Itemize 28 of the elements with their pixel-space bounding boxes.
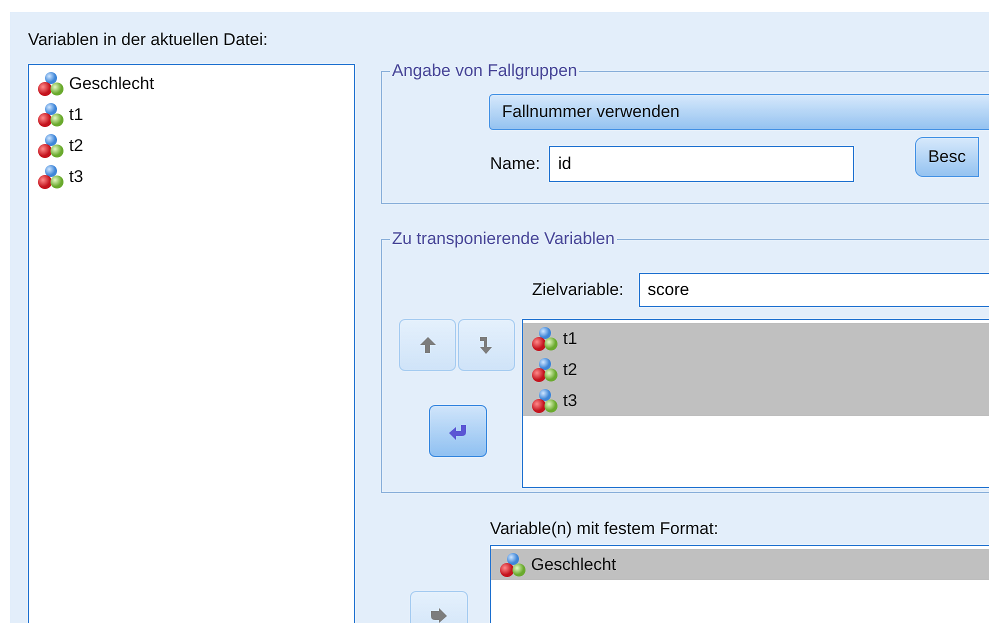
three-balls-icon [531, 388, 559, 414]
list-item[interactable]: t3 [29, 161, 354, 192]
three-balls-icon [37, 132, 65, 158]
three-balls-icon [531, 356, 559, 382]
three-balls-icon [37, 164, 65, 190]
arrow-button[interactable] [429, 405, 487, 457]
field-label: Name: [490, 154, 540, 174]
list-item[interactable]: t3 [523, 385, 989, 416]
three-balls-icon [499, 552, 527, 578]
three-balls-icon [37, 102, 65, 128]
list-label: Variablen in der aktuellen Datei: [28, 30, 269, 50]
name-field[interactable]: id [549, 146, 854, 182]
list-item[interactable]: t1 [523, 323, 989, 354]
list-item[interactable]: Geschlecht [29, 68, 354, 99]
variable-list[interactable]: Geschlecht t1 t2 t3 [28, 64, 355, 623]
field-label: Zielvariable: [532, 280, 624, 300]
target-field[interactable]: score [638, 273, 989, 307]
list-item[interactable]: Geschlecht [491, 549, 989, 580]
variable-list[interactable]: t1 t2 t3 [522, 319, 989, 488]
three-balls-icon [531, 326, 559, 352]
dropdown[interactable]: Fallnummer verwenden [489, 94, 989, 130]
describe-button[interactable]: Besc [915, 137, 979, 177]
three-balls-icon [37, 70, 65, 96]
variable-list[interactable]: Geschlecht [490, 545, 989, 623]
list-item[interactable]: t2 [523, 354, 989, 385]
list-item[interactable]: t2 [29, 130, 354, 161]
list-item[interactable]: t1 [29, 99, 354, 130]
list-label: Variable(n) mit festem Format: [490, 519, 720, 539]
